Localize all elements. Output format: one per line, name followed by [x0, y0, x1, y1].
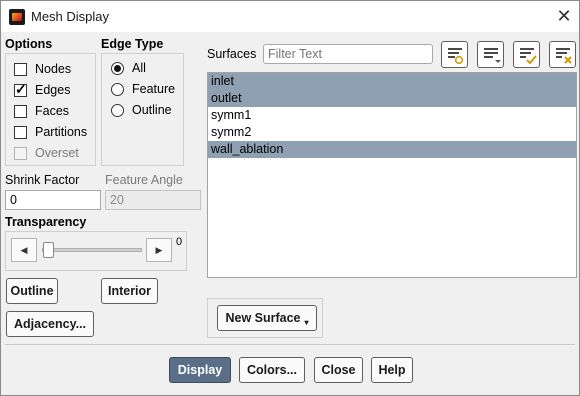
colors-button[interactable]: Colors... — [239, 357, 305, 383]
footer-separator — [5, 344, 575, 345]
edge-type-all[interactable]: All — [111, 59, 146, 77]
option-label: Faces — [35, 104, 70, 118]
options-group: Nodes Edges Faces Partitions Overset — [5, 53, 96, 166]
surface-item-symm2[interactable]: symm2 — [208, 124, 576, 141]
filter-text-icon[interactable] — [441, 41, 468, 68]
edge-type-group: All Feature Outline — [101, 53, 184, 166]
adjacency-button[interactable]: Adjacency... — [6, 311, 94, 337]
display-button[interactable]: Display — [169, 357, 231, 383]
slider-track[interactable] — [42, 248, 142, 252]
faces-checkbox[interactable] — [14, 104, 27, 118]
window-title: Mesh Display — [31, 9, 110, 24]
edge-type-outline[interactable]: Outline — [111, 101, 172, 119]
new-surface-button[interactable]: New Surface ▾ — [217, 305, 317, 331]
close-button[interactable]: Close — [314, 357, 363, 383]
all-radio[interactable] — [111, 61, 124, 75]
transparency-slider-group: ◀ ▶ — [5, 231, 187, 271]
nodes-checkbox[interactable] — [14, 62, 27, 76]
close-icon[interactable]: ✕ — [554, 6, 574, 26]
option-edges[interactable]: Edges — [14, 81, 70, 99]
surfaces-label: Surfaces — [207, 47, 257, 61]
interior-button[interactable]: Interior — [101, 278, 158, 304]
list-options-icon[interactable] — [477, 41, 504, 68]
edge-type-label: Outline — [132, 103, 172, 117]
slider-left-arrow-icon[interactable]: ◀ — [11, 238, 37, 262]
deselect-all-icon[interactable] — [549, 41, 576, 68]
mesh-display-dialog: Mesh Display ✕ Options Nodes Edges Faces… — [0, 0, 580, 396]
edge-type-label: Feature — [132, 82, 176, 96]
transparency-header: Transparency — [5, 215, 87, 229]
chevron-down-icon: ▾ — [304, 318, 309, 327]
feature-angle-label: Feature Angle — [105, 173, 183, 187]
feature-angle-field — [105, 190, 201, 210]
feature-radio[interactable] — [111, 82, 124, 96]
surface-item-symm1[interactable]: symm1 — [208, 107, 576, 124]
surfaces-list[interactable]: inlet outlet symm1 symm2 wall_ablation — [207, 72, 577, 278]
option-faces[interactable]: Faces — [14, 102, 69, 120]
slider-right-arrow-icon[interactable]: ▶ — [146, 238, 172, 262]
outline-button[interactable]: Outline — [6, 278, 58, 304]
overset-checkbox — [14, 146, 27, 160]
title-bar: Mesh Display ✕ — [1, 1, 579, 32]
shrink-factor-label: Shrink Factor — [5, 173, 80, 187]
new-surface-label: New Surface — [225, 311, 301, 325]
option-label: Overset — [35, 146, 79, 160]
surface-item-inlet[interactable]: inlet — [208, 73, 576, 90]
option-label: Partitions — [35, 125, 88, 139]
help-button[interactable]: Help — [371, 357, 413, 383]
partitions-checkbox[interactable] — [14, 125, 27, 139]
shrink-factor-field[interactable] — [5, 190, 101, 210]
option-partitions[interactable]: Partitions — [14, 123, 87, 141]
edge-type-feature[interactable]: Feature — [111, 80, 175, 98]
slider-thumb[interactable] — [43, 242, 54, 258]
edge-type-label: All — [132, 61, 146, 75]
option-label: Edges — [35, 83, 71, 97]
select-all-icon[interactable] — [513, 41, 540, 68]
surface-item-outlet[interactable]: outlet — [208, 90, 576, 107]
outline-radio[interactable] — [111, 103, 124, 117]
option-nodes[interactable]: Nodes — [14, 60, 71, 78]
app-icon — [9, 9, 25, 25]
surfaces-filter-input[interactable] — [263, 44, 433, 64]
options-header: Options — [5, 37, 53, 51]
option-overset: Overset — [14, 144, 79, 162]
surface-item-wall-ablation[interactable]: wall_ablation — [208, 141, 576, 158]
option-label: Nodes — [35, 62, 72, 76]
transparency-value: 0 — [176, 236, 183, 248]
edges-checkbox[interactable] — [14, 81, 27, 98]
edge-type-header: Edge Type — [101, 37, 164, 51]
